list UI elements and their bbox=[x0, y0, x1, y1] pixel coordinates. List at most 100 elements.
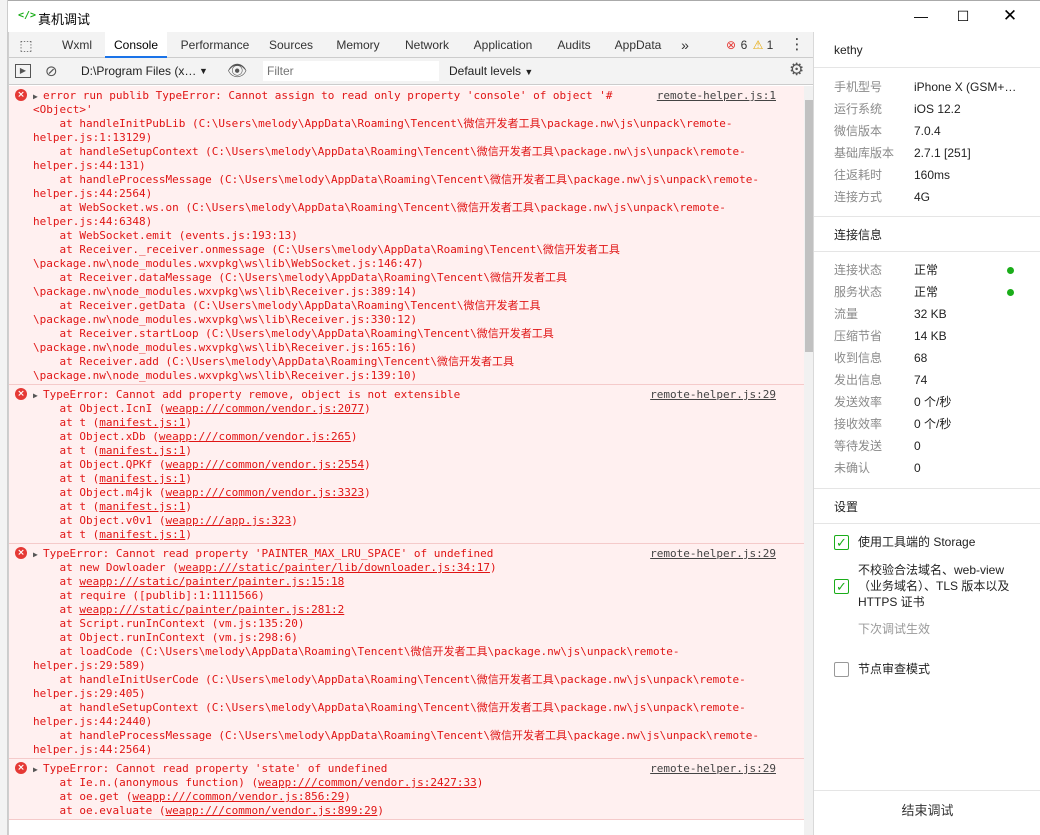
source-link[interactable]: remote-helper.js:1 bbox=[657, 89, 776, 103]
stack-line: \package.nw\node_modules.wxvpkg\ws\lib\R… bbox=[33, 285, 418, 298]
info-key: 连接方式 bbox=[834, 190, 883, 204]
inspect-element-icon[interactable]: ⬚ bbox=[15, 32, 37, 58]
info-key: 基础库版本 bbox=[834, 146, 895, 160]
stack-line: at Object.v0v1 (weapp:///app.js:323) bbox=[33, 514, 298, 527]
info-key: 压缩节省 bbox=[834, 329, 883, 343]
tab-application[interactable]: Application bbox=[465, 32, 541, 58]
info-row: 基础库版本 2.7.1 [251] bbox=[834, 142, 1034, 164]
devtools-tab-bar: ⬚ Wxml Console Performance Sources Memor… bbox=[9, 32, 814, 58]
stack-line: at t (manifest.js:1) bbox=[33, 472, 192, 485]
warning-count-icon: ⚠ bbox=[752, 38, 764, 52]
info-row: 微信版本 7.0.4 bbox=[834, 120, 1034, 142]
filter-input[interactable] bbox=[263, 61, 439, 81]
expand-triangle-icon[interactable]: ▶ bbox=[33, 763, 38, 777]
info-value: 4G bbox=[914, 190, 931, 204]
stack-line: at Ie.n.(anonymous function) (weapp:///c… bbox=[33, 776, 484, 789]
log-levels-label: Default levels bbox=[449, 64, 522, 78]
maximize-button[interactable]: ☐ bbox=[940, 1, 986, 33]
stack-line: helper.js:44:2564) bbox=[33, 743, 153, 756]
stack-line: at Object.QPKf (weapp:///common/vendor.j… bbox=[33, 458, 371, 471]
console-error-message: × remote-helper.js:29 TypeError: Cannot re… bbox=[9, 544, 804, 759]
devtools-app-icon: </> bbox=[18, 10, 37, 21]
log-levels-dropdown[interactable]: Default levels ▼ bbox=[449, 58, 533, 84]
info-value: 14 KB bbox=[914, 329, 947, 343]
info-row: 未确认 0 bbox=[834, 457, 1034, 479]
connection-header: 连接信息 bbox=[814, 216, 1040, 252]
info-key: 发送效率 bbox=[834, 395, 883, 409]
expand-triangle-icon[interactable]: ▶ bbox=[33, 548, 38, 562]
tab-memory[interactable]: Memory bbox=[327, 32, 389, 58]
info-key: 收到信息 bbox=[834, 351, 883, 365]
stack-line: \package.nw\node_modules.wxvpkg\ws\lib\R… bbox=[33, 341, 418, 354]
info-value: 2.7.1 [251] bbox=[914, 146, 971, 160]
stack-line: at handleInitUserCode (C:\Users\melody\A… bbox=[33, 673, 746, 686]
kebab-menu-icon[interactable]: ⋮ bbox=[789, 32, 805, 58]
info-value: 正常 bbox=[914, 263, 939, 277]
devtools-pane: ⬚ Wxml Console Performance Sources Memor… bbox=[8, 32, 814, 835]
expand-triangle-icon[interactable]: ▶ bbox=[33, 389, 38, 403]
debug-info-panel: kethy 手机型号 iPhone X (GSM+… 运行系统 iOS 12.2 微信版… bbox=[813, 32, 1040, 835]
info-key: 手机型号 bbox=[834, 80, 883, 94]
source-link[interactable]: remote-helper.js:29 bbox=[650, 762, 776, 776]
stack-line: at Object.runInContext (vm.js:298:6) bbox=[33, 631, 298, 644]
stack-line: helper.js:29:405) bbox=[33, 687, 146, 700]
tab-performance[interactable]: Performance bbox=[173, 32, 257, 58]
stack-line: helper.js:1:13129) bbox=[33, 131, 153, 144]
expand-triangle-icon[interactable]: ▶ bbox=[33, 90, 38, 104]
stack-line: at handleSetupContext (C:\Users\melody\A… bbox=[33, 145, 746, 158]
close-button[interactable]: ✕ bbox=[987, 1, 1033, 33]
console-error-message: × remote-helper.js:29 TypeError: Cannot re… bbox=[9, 759, 804, 820]
stack-line: \package.nw\node_modules.wxvpkg\ws\lib\R… bbox=[33, 369, 418, 382]
tab-network[interactable]: Network bbox=[397, 32, 457, 58]
stack-line: at handleSetupContext (C:\Users\melody\A… bbox=[33, 701, 746, 714]
stack-line: at Script.runInContext (vm.js:135:20) bbox=[33, 617, 305, 630]
eye-icon[interactable]: 👁 bbox=[227, 61, 247, 81]
more-tabs-icon[interactable]: » bbox=[673, 32, 697, 58]
title-bar: </> 真机调试 — ☐ ✕ bbox=[8, 0, 1040, 32]
info-key: 接收效率 bbox=[834, 417, 883, 431]
tab-audits[interactable]: Audits bbox=[549, 32, 599, 58]
tab-appdata[interactable]: AppData bbox=[607, 32, 669, 58]
stack-line: at t (manifest.js:1) bbox=[33, 416, 192, 429]
clear-console-icon[interactable]: ⊘ bbox=[45, 62, 58, 80]
info-row: 运行系统 iOS 12.2 bbox=[834, 98, 1034, 120]
error-icon: × bbox=[15, 762, 27, 774]
setting-hint: 下次调试生效 bbox=[858, 622, 931, 636]
info-row: 发出信息 74 bbox=[834, 369, 1034, 391]
info-value: 0 bbox=[914, 439, 921, 453]
toggle-sidebar-icon[interactable]: ▶ bbox=[15, 64, 31, 78]
end-debug-button[interactable]: 结束调试 bbox=[814, 790, 1040, 835]
stack-line: <Object>' bbox=[33, 103, 93, 116]
source-link[interactable]: remote-helper.js:29 bbox=[650, 388, 776, 402]
source-link[interactable]: remote-helper.js:29 bbox=[650, 547, 776, 561]
tab-console[interactable]: Console bbox=[105, 32, 167, 58]
node-inspect-checkbox[interactable] bbox=[834, 662, 849, 677]
stack-line: helper.js:44:131) bbox=[33, 159, 146, 172]
info-row: 等待发送 0 bbox=[834, 435, 1034, 457]
info-value: 0 个/秒 bbox=[914, 417, 952, 431]
stack-line: helper.js:29:589) bbox=[33, 659, 146, 672]
skip-domain-check-checkbox[interactable]: ✓ bbox=[834, 579, 849, 594]
info-row: 往返耗时 160ms bbox=[834, 164, 1034, 186]
error-icon: × bbox=[15, 89, 27, 101]
context-selector[interactable]: D:\Program Files (x… ▼ bbox=[73, 58, 213, 84]
console-error-message: × remote-helper.js:1 error run publib Type… bbox=[9, 86, 804, 385]
error-count-icon: ⊗ bbox=[725, 38, 737, 52]
scrollbar-thumb[interactable] bbox=[805, 100, 813, 352]
console-error-message: × remote-helper.js:29 TypeError: Cannot ad… bbox=[9, 385, 804, 544]
tab-sources[interactable]: Sources bbox=[263, 32, 319, 58]
console-settings-gear-icon[interactable]: ⚙ bbox=[789, 60, 804, 80]
minimize-button[interactable]: — bbox=[898, 1, 944, 33]
info-value: 正常 bbox=[914, 285, 939, 299]
storage-checkbox[interactable]: ✓ bbox=[834, 535, 849, 550]
stack-line: at Receiver.dataMessage (C:\Users\melody… bbox=[33, 271, 567, 284]
tab-wxml[interactable]: Wxml bbox=[53, 32, 101, 58]
error-icon: × bbox=[15, 388, 27, 400]
console-output: × remote-helper.js:1 error run publib Type… bbox=[9, 86, 804, 835]
info-key: 流量 bbox=[834, 307, 859, 321]
stack-line: at Object.xDb (weapp:///common/vendor.js… bbox=[33, 430, 358, 443]
status-ok-icon bbox=[1007, 267, 1014, 274]
stack-line: at weapp:///static/painter/painter.js:28… bbox=[33, 603, 345, 616]
stack-line: at t (manifest.js:1) bbox=[33, 500, 192, 513]
info-key: 等待发送 bbox=[834, 439, 883, 453]
